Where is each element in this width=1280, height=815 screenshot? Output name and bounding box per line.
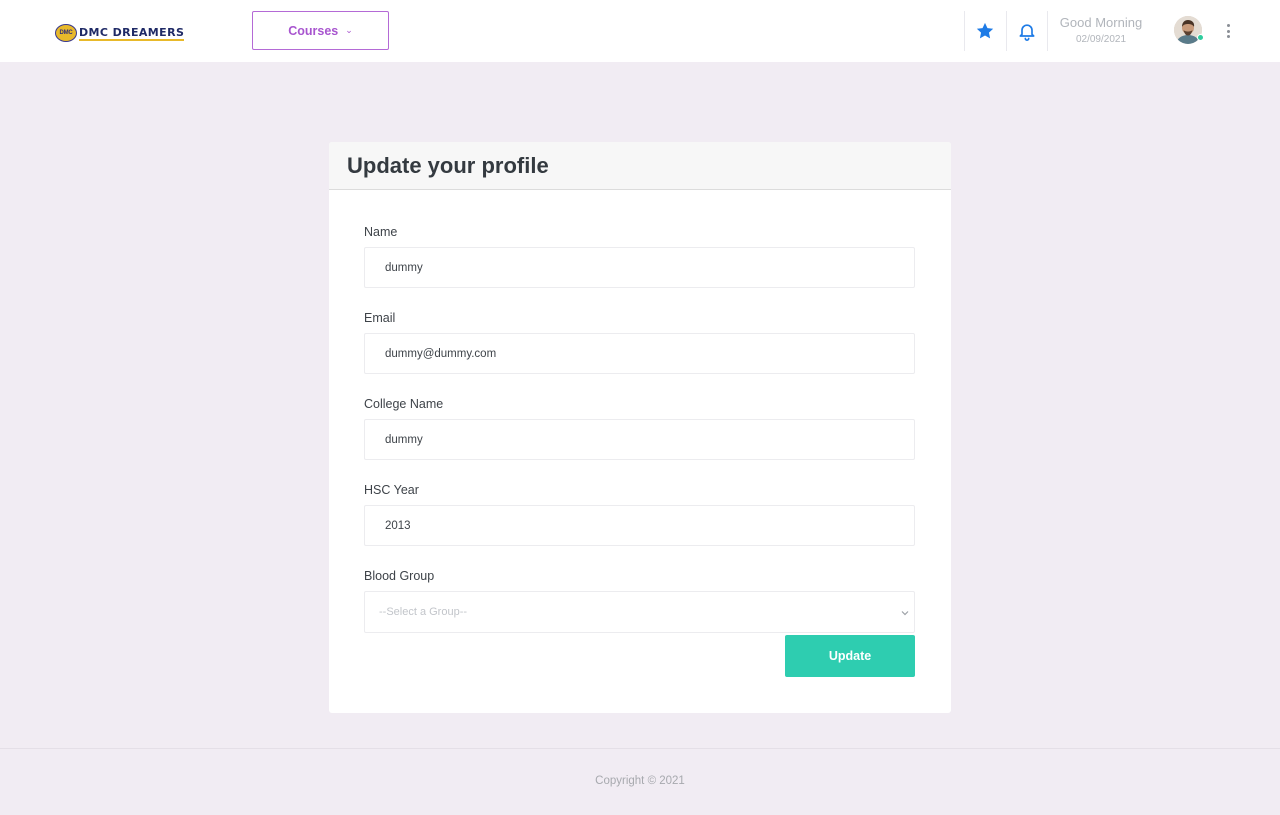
brand-logo[interactable]: DMC DMC DREAMERS bbox=[55, 23, 185, 43]
profile-form: Name Email College Name HSC Year Blood G… bbox=[364, 224, 916, 655]
college-name-label: College Name bbox=[364, 397, 444, 411]
email-field-group: Email bbox=[364, 310, 916, 374]
chevron-down-icon bbox=[901, 611, 909, 616]
greeting-block: Good Morning 02/09/2021 bbox=[1055, 14, 1147, 47]
navbar-divider bbox=[1006, 11, 1007, 51]
hsc-year-label: HSC Year bbox=[364, 483, 419, 497]
notifications-button[interactable] bbox=[1016, 20, 1038, 42]
card-header: Update your profile bbox=[329, 142, 951, 190]
email-label: Email bbox=[364, 311, 396, 325]
blood-group-field-group: Blood Group --Select a Group-- bbox=[364, 568, 916, 633]
hsc-year-input[interactable] bbox=[364, 505, 915, 546]
blood-group-select[interactable]: --Select a Group-- bbox=[364, 591, 915, 633]
footer-copyright: Copyright © 2021 bbox=[595, 775, 685, 787]
update-button[interactable]: Update bbox=[785, 635, 915, 677]
brand-name: DMC DREAMERS bbox=[79, 25, 185, 41]
name-input[interactable] bbox=[364, 247, 915, 288]
blood-group-label: Blood Group bbox=[364, 569, 435, 583]
star-icon bbox=[976, 22, 994, 39]
bell-icon bbox=[1019, 24, 1035, 41]
online-status-indicator bbox=[1197, 34, 1204, 41]
kebab-menu-icon[interactable] bbox=[1223, 22, 1233, 40]
email-input[interactable] bbox=[364, 333, 915, 374]
footer-divider bbox=[0, 748, 1280, 749]
navbar-divider bbox=[964, 11, 965, 51]
top-navbar: DMC DMC DREAMERS Courses ⌄ Good Morning … bbox=[0, 0, 1280, 62]
greeting-text: Good Morning bbox=[1059, 15, 1143, 30]
hsc-year-field-group: HSC Year bbox=[364, 482, 916, 546]
name-field-group: Name bbox=[364, 224, 916, 288]
name-label: Name bbox=[364, 225, 398, 239]
current-date: 02/09/2021 bbox=[1075, 34, 1127, 45]
favorites-button[interactable] bbox=[974, 20, 996, 42]
college-name-input[interactable] bbox=[364, 419, 915, 460]
logo-badge-icon: DMC bbox=[55, 24, 77, 42]
courses-dropdown-button[interactable]: Courses ⌄ bbox=[252, 11, 389, 50]
courses-label: Courses bbox=[288, 23, 339, 38]
college-name-field-group: College Name bbox=[364, 396, 916, 460]
update-profile-card: Update your profile Name Email College N… bbox=[329, 142, 951, 713]
blood-group-placeholder: --Select a Group-- bbox=[379, 606, 468, 618]
navbar-divider bbox=[1047, 11, 1048, 51]
chevron-down-icon: ⌄ bbox=[345, 25, 353, 35]
page-title: Update your profile bbox=[347, 153, 549, 178]
user-avatar[interactable] bbox=[1174, 16, 1204, 44]
